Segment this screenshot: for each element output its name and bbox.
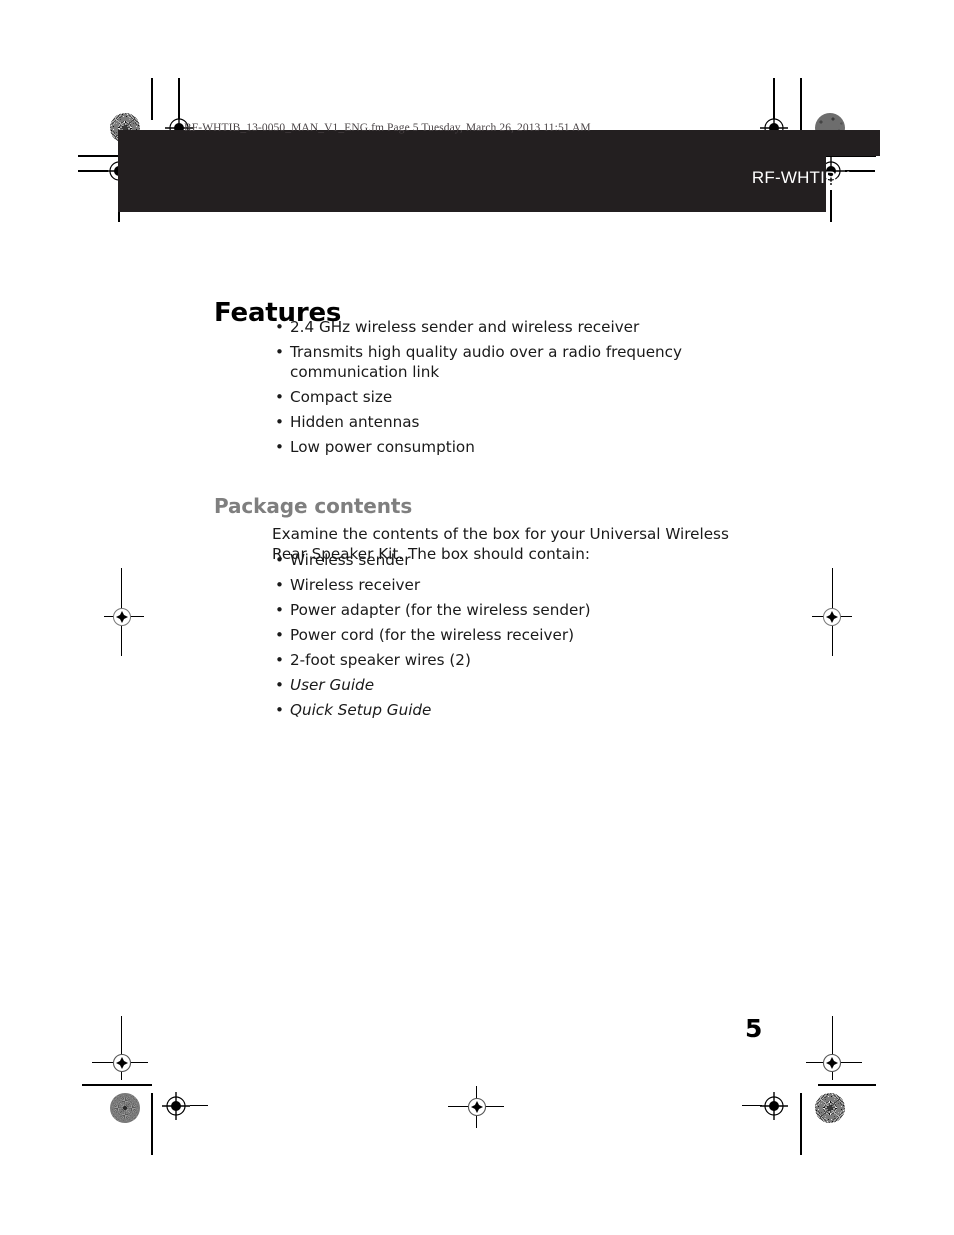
bullet-glyph: • — [275, 701, 284, 719]
list-item-label: Wireless receiver — [290, 576, 421, 594]
bullet-glyph: • — [275, 676, 284, 694]
halftone-dot-bottom-right — [815, 1093, 845, 1123]
list-item: • Hidden antennas — [272, 412, 772, 432]
framemaker-file-stamp: RF-WHTIB_13-0050_MAN_V1_ENG.fm Page 5 Tu… — [184, 122, 591, 134]
list-item: • Wireless sender — [272, 550, 772, 570]
bullet-glyph: • — [275, 438, 284, 456]
bullet-glyph: • — [275, 343, 284, 361]
package-contents-heading: Package contents — [214, 493, 413, 518]
registration-mark-bottom-right-lower — [760, 1092, 788, 1120]
crop-mark-bottom-right-trim — [818, 1084, 876, 1086]
page-number: 5 — [745, 1014, 763, 1043]
registration-mark-bottom-center — [463, 1093, 491, 1121]
list-item: • 2.4 GHz wireless sender and wireless re… — [272, 317, 772, 337]
bullet-glyph: • — [275, 626, 284, 644]
list-item: • Wireless receiver — [272, 575, 772, 595]
halftone-dot-bottom-left — [110, 1093, 140, 1123]
bullet-glyph: • — [275, 318, 284, 336]
list-item: • Transmits high quality audio over a rad… — [272, 342, 772, 382]
list-item-label: Power adapter (for the wireless sender) — [290, 601, 591, 619]
bullet-glyph: • — [275, 601, 284, 619]
crop-mark-top-left-vertical-outer — [151, 78, 153, 120]
registration-mark-bottom-right — [818, 1049, 846, 1077]
list-item-label: 2-foot speaker wires (2) — [290, 651, 471, 669]
registration-mark-bottom-left-lower — [162, 1092, 190, 1120]
registration-mark-middle-right — [818, 603, 846, 631]
features-list: • 2.4 GHz wireless sender and wireless re… — [272, 317, 772, 462]
list-item-label: Transmits high quality audio over a radi… — [290, 343, 683, 381]
crop-mark-right-top-vertical — [830, 190, 832, 222]
list-item: • User Guide — [272, 675, 772, 695]
document-page: RF-WHTIB_13-0050_MAN_V1_ENG.fm Page 5 Tu… — [0, 0, 954, 1235]
bullet-glyph: • — [275, 576, 284, 594]
crop-mark-top-right-vertical-inner — [800, 78, 802, 130]
bullet-glyph: • — [275, 413, 284, 431]
header-band-main — [118, 156, 826, 212]
crop-mark-left-top-tick — [78, 170, 108, 172]
bullet-glyph: • — [275, 388, 284, 406]
crop-mark-bottom-left-vertical-outer — [151, 1093, 153, 1155]
header-model-number: RF-WHTIB-A — [751, 168, 854, 187]
list-item-label: Power cord (for the wireless receiver) — [290, 626, 575, 644]
list-item: • Power cord (for the wireless receiver) — [272, 625, 772, 645]
list-item: • Compact size — [272, 387, 772, 407]
crop-mark-bottom-right-vertical-outer — [800, 1093, 802, 1155]
list-item: • Power adapter (for the wireless sender) — [272, 600, 772, 620]
registration-mark-bottom-left — [108, 1049, 136, 1077]
crop-mark-bottom-left-trim — [82, 1084, 152, 1086]
list-item: • Quick Setup Guide — [272, 700, 772, 720]
registration-mark-middle-left — [108, 603, 136, 631]
bullet-glyph: • — [275, 551, 284, 569]
list-item: • Low power consumption — [272, 437, 772, 457]
list-item-label: Hidden antennas — [290, 413, 420, 431]
list-item-label: Quick Setup Guide — [290, 701, 432, 719]
crop-mark-bottom-left-tick — [190, 1105, 208, 1107]
list-item: • 2-foot speaker wires (2) — [272, 650, 772, 670]
list-item-label: 2.4 GHz wireless sender and wireless rec… — [290, 318, 640, 336]
list-item-label: Wireless sender — [290, 551, 411, 569]
bullet-glyph: • — [275, 651, 284, 669]
list-item-label: User Guide — [290, 676, 375, 694]
list-item-label: Low power consumption — [290, 438, 475, 456]
list-item-label: Compact size — [290, 388, 393, 406]
crop-mark-bottom-right-tick — [742, 1105, 762, 1107]
package-contents-list: • Wireless sender • Wireless receiver • Pow… — [272, 550, 772, 725]
